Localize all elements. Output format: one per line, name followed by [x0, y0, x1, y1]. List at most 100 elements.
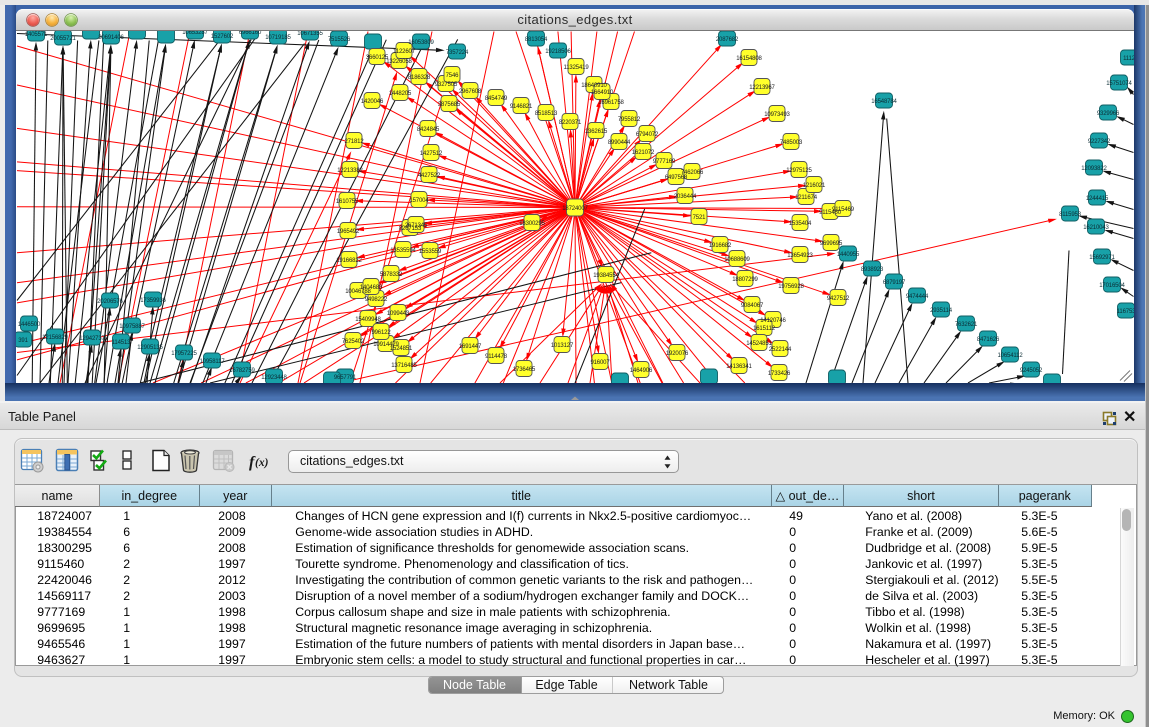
- svg-text:3660125: 3660125: [366, 55, 389, 61]
- svg-text:10653287: 10653287: [182, 31, 208, 36]
- svg-text:2036444: 2036444: [674, 194, 697, 200]
- svg-text:13654923: 13654923: [787, 253, 813, 259]
- svg-text:1405571: 1405571: [25, 32, 48, 38]
- svg-text:8813054: 8813054: [525, 37, 548, 43]
- svg-text:11325419: 11325419: [563, 65, 589, 71]
- svg-text:916007: 916007: [590, 360, 610, 366]
- svg-text:15751074: 15751074: [1106, 81, 1132, 87]
- svg-text:1448205: 1448205: [389, 91, 412, 97]
- svg-text:116753: 116753: [1117, 309, 1134, 315]
- svg-text:16548784: 16548784: [871, 99, 897, 105]
- svg-text:19218506: 19218506: [545, 49, 571, 55]
- svg-text:2087682: 2087682: [716, 37, 739, 43]
- svg-text:1691447: 1691447: [459, 344, 482, 350]
- svg-text:8220371: 8220371: [559, 120, 582, 126]
- svg-text:9777169: 9777169: [653, 159, 676, 165]
- svg-text:2935114: 2935114: [930, 308, 953, 314]
- svg-text:1216021: 1216021: [803, 183, 826, 189]
- svg-text:1733426: 1733426: [768, 371, 791, 377]
- svg-text:9114478: 9114478: [485, 354, 508, 360]
- svg-text:(x): (x): [255, 457, 269, 469]
- svg-text:19384554: 19384554: [593, 273, 619, 279]
- svg-text:10975887: 10975887: [119, 324, 145, 330]
- svg-text:7515526: 7515526: [328, 37, 351, 43]
- svg-text:1404683: 1404683: [360, 285, 383, 291]
- svg-text:5878332: 5878332: [380, 272, 403, 278]
- svg-text:114513: 114513: [112, 340, 131, 346]
- svg-text:7632621: 7632621: [955, 322, 978, 328]
- svg-text:9329966: 9329966: [1097, 111, 1120, 117]
- svg-text:391: 391: [18, 338, 28, 344]
- svg-text:18300295: 18300295: [519, 221, 545, 227]
- svg-text:1535404: 1535404: [789, 221, 812, 227]
- svg-text:1615112: 1615112: [753, 326, 776, 332]
- svg-text:1527602: 1527602: [211, 34, 234, 40]
- svg-text:10958117: 10958117: [199, 359, 225, 365]
- svg-text:17957225: 17957225: [171, 351, 197, 357]
- svg-text:16053809: 16053809: [408, 40, 434, 46]
- svg-text:8186328: 8186328: [408, 75, 431, 81]
- svg-text:2967608: 2967608: [459, 89, 482, 95]
- svg-text:8938923: 8938923: [861, 267, 884, 273]
- svg-text:15409948: 15409948: [355, 317, 381, 323]
- svg-text:17359936: 17359936: [140, 298, 166, 304]
- svg-text:6966160: 6966160: [239, 31, 262, 36]
- svg-text:9699695: 9699695: [820, 241, 843, 247]
- svg-text:8454749: 8454749: [485, 96, 508, 102]
- svg-text:2671345: 2671345: [405, 223, 428, 229]
- svg-text:10719185: 10719185: [265, 35, 291, 41]
- svg-text:20206576: 20206576: [97, 299, 123, 305]
- svg-text:18724007: 18724007: [562, 206, 588, 212]
- svg-text:9427512: 9427512: [827, 296, 850, 302]
- svg-text:157004: 157004: [409, 198, 429, 204]
- svg-text:9245052: 9245052: [1020, 368, 1043, 374]
- svg-text:20055721: 20055721: [50, 36, 76, 42]
- svg-text:12905135: 12905135: [137, 345, 163, 351]
- svg-text:13535594: 13535594: [390, 248, 416, 254]
- svg-text:12156829: 12156829: [42, 335, 68, 341]
- svg-text:12923448: 12923448: [261, 375, 287, 381]
- svg-text:6879197: 6879197: [883, 280, 906, 286]
- svg-text:10973493: 10973493: [764, 112, 790, 118]
- svg-text:1553559: 1553559: [419, 249, 442, 255]
- svg-text:3875685: 3875685: [438, 102, 461, 108]
- svg-text:7546: 7546: [446, 73, 460, 79]
- svg-text:14120746: 14120746: [760, 318, 786, 324]
- svg-text:7357224: 7357224: [446, 50, 469, 56]
- svg-text:19756928: 19756928: [778, 284, 804, 290]
- svg-text:9657791: 9657791: [334, 375, 357, 381]
- svg-text:18640910: 18640910: [581, 83, 607, 89]
- svg-text:9327505: 9327505: [435, 82, 458, 88]
- svg-text:9474444: 9474444: [906, 294, 929, 300]
- svg-text:8115953: 8115953: [1059, 212, 1082, 218]
- svg-text:12213967: 12213967: [749, 85, 775, 91]
- svg-text:10654112: 10654112: [997, 353, 1023, 359]
- svg-text:9227342: 9227342: [1088, 139, 1111, 145]
- svg-text:7485003: 7485003: [780, 140, 803, 146]
- svg-text:1427512: 1427512: [420, 151, 443, 157]
- svg-text:1112: 1112: [1123, 56, 1134, 62]
- svg-text:1362615: 1362615: [585, 129, 608, 135]
- svg-text:1610755: 1610755: [336, 199, 359, 205]
- svg-text:16961758: 16961758: [598, 100, 624, 106]
- svg-text:1013127: 1013127: [551, 343, 574, 349]
- svg-text:13716485: 13716485: [391, 363, 417, 369]
- svg-text:1524851: 1524851: [390, 346, 413, 352]
- svg-text:1122607: 1122607: [393, 49, 416, 55]
- svg-text:9498222: 9498222: [365, 297, 388, 303]
- svg-text:20691406: 20691406: [98, 35, 124, 41]
- svg-text:8990444: 8990444: [608, 140, 631, 146]
- svg-text:4427522: 4427522: [418, 173, 441, 179]
- svg-text:9146821: 9146821: [510, 104, 533, 110]
- svg-text:7521: 7521: [693, 215, 707, 221]
- svg-text:15692971: 15692971: [1089, 255, 1115, 261]
- svg-text:1621072: 1621072: [632, 150, 655, 156]
- svg-text:1464906: 1464906: [630, 368, 653, 374]
- svg-text:1736465: 1736465: [513, 367, 536, 373]
- svg-text:7955812: 7955812: [618, 117, 641, 123]
- svg-text:1244415: 1244415: [1086, 196, 1109, 202]
- svg-text:14136341: 14136341: [726, 364, 752, 370]
- svg-text:8424845: 8424845: [417, 127, 440, 133]
- svg-text:16154808: 16154808: [736, 56, 762, 62]
- svg-text:10671355: 10671355: [297, 31, 323, 37]
